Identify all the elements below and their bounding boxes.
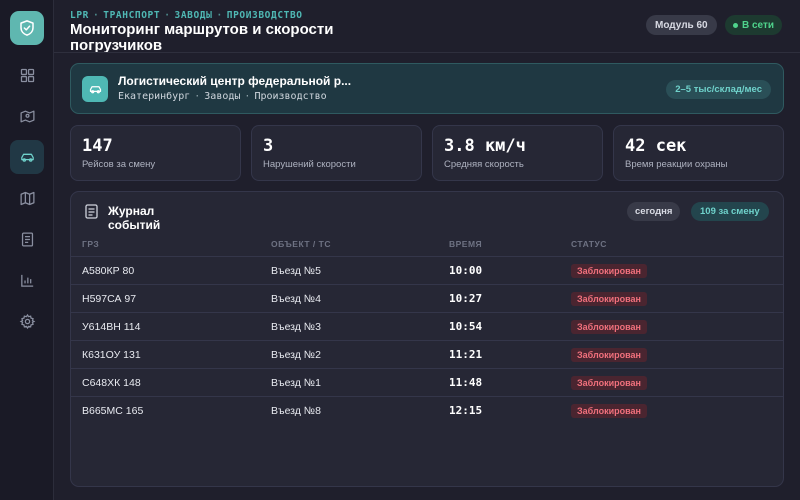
nav-documents[interactable] xyxy=(10,222,44,256)
time-cell: 10:27 xyxy=(449,292,483,305)
filter-today-button[interactable]: сегодня xyxy=(627,202,681,221)
facility-category: Заводы xyxy=(204,91,241,102)
app-logo[interactable] xyxy=(10,11,44,45)
facility-name: Логистический центр федеральной р... xyxy=(118,74,352,88)
time-cell: 11:48 xyxy=(449,376,483,389)
plate-cell: Н597СА 97 xyxy=(82,293,137,305)
stat-card-response-time: 42 сек Время реакции охраны xyxy=(613,125,784,181)
status-dot-icon xyxy=(733,22,738,28)
column-header-status[interactable]: СТАТУС xyxy=(571,239,607,249)
stat-label: Рейсов за смену xyxy=(82,159,156,170)
status-badge: Заблокирован xyxy=(571,376,647,390)
object-cell: Въезд №8 xyxy=(271,405,321,417)
column-header-object[interactable]: ОБЪЕКТ / ТС xyxy=(271,239,331,249)
document-icon xyxy=(21,231,33,247)
bar-chart-icon xyxy=(20,274,33,287)
table-row[interactable]: Н597СА 97 Въезд №4 10:27 Заблокирован xyxy=(71,284,783,312)
nav-map[interactable] xyxy=(10,181,44,215)
plate-cell: С648ХК 148 xyxy=(82,377,141,389)
facility-volume-badge: 2–5 тыс/склад/мес xyxy=(666,80,771,99)
document-icon xyxy=(85,204,98,219)
shift-count-badge: 109 за смену xyxy=(691,202,769,221)
stat-label: Нарушений скорости xyxy=(263,159,356,170)
status-badge: Заблокирован xyxy=(571,292,647,306)
page-title: Мониторинг маршрутов и скорости погрузчи… xyxy=(70,21,334,54)
stat-value: 3.8 км/ч xyxy=(444,136,526,156)
stat-card-avg-speed: 3.8 км/ч Средняя скорость xyxy=(432,125,603,181)
stat-card-violations: 3 Нарушений скорости xyxy=(251,125,422,181)
breadcrumb: LPR · ТРАНСПОРТ · ЗАВОДЫ · ПРОИЗВОДСТВО xyxy=(70,10,303,21)
car-icon xyxy=(89,85,101,93)
sidebar xyxy=(0,0,54,500)
nav-routes[interactable] xyxy=(10,99,44,133)
object-cell: Въезд №2 xyxy=(271,349,321,361)
table-row[interactable]: С648ХК 148 Въезд №1 11:48 Заблокирован xyxy=(71,368,783,396)
column-header-time[interactable]: ВРЕМЯ xyxy=(449,239,482,249)
shield-check-icon xyxy=(20,20,34,36)
online-status-label: В сети xyxy=(742,19,775,31)
breadcrumb-item[interactable]: ТРАНСПОРТ xyxy=(103,10,160,21)
status-badge: Заблокирован xyxy=(571,320,647,334)
breadcrumb-item[interactable]: ПРОИЗВОДСТВО xyxy=(227,10,303,21)
plate-cell: В665МС 165 xyxy=(82,405,144,417)
online-status-badge: В сети xyxy=(725,15,783,35)
column-header-plate[interactable]: ГРЗ xyxy=(82,239,99,249)
status-badge: Заблокирован xyxy=(571,404,647,418)
stat-label: Время реакции охраны xyxy=(625,159,728,170)
map-icon xyxy=(19,191,35,205)
module-badge: Модуль 60 xyxy=(646,15,717,35)
stat-label: Средняя скорость xyxy=(444,159,524,170)
object-cell: Въезд №3 xyxy=(271,321,321,333)
event-journal-panel: Журнал событий сегодня 109 за смену ГРЗ … xyxy=(70,191,784,487)
header-divider xyxy=(54,52,800,53)
journal-title: Журнал событий xyxy=(108,204,161,232)
time-cell: 11:21 xyxy=(449,348,483,361)
status-badge: Заблокирован xyxy=(571,264,647,278)
facility-card[interactable]: Логистический центр федеральной р... Ека… xyxy=(70,63,784,114)
dashboard-grid-icon xyxy=(20,68,34,82)
status-badge: Заблокирован xyxy=(571,348,647,362)
gear-icon xyxy=(19,313,35,329)
stat-value: 3 xyxy=(263,136,274,156)
car-icon xyxy=(20,153,34,162)
object-cell: Въезд №5 xyxy=(271,265,321,277)
nav-dashboard[interactable] xyxy=(10,58,44,92)
table-row[interactable]: У614ВН 114 Въезд №3 10:54 Заблокирован xyxy=(71,312,783,340)
table-row[interactable]: В665МС 165 Въезд №8 12:15 Заблокирован xyxy=(71,396,783,424)
facility-icon-box xyxy=(82,76,108,102)
object-cell: Въезд №1 xyxy=(271,377,321,389)
plate-cell: К631ОУ 131 xyxy=(82,349,141,361)
facility-sector: Производство xyxy=(254,91,327,102)
stat-value: 42 сек xyxy=(625,136,687,156)
plate-cell: У614ВН 114 xyxy=(82,321,141,333)
plate-cell: А580КР 80 xyxy=(82,265,135,277)
time-cell: 10:00 xyxy=(449,264,483,277)
stat-value: 147 xyxy=(82,136,113,156)
main-content: LPR · ТРАНСПОРТ · ЗАВОДЫ · ПРОИЗВОДСТВО Монито… xyxy=(54,0,800,500)
nav-analytics[interactable] xyxy=(10,263,44,297)
nav-transport[interactable] xyxy=(10,140,44,174)
table-row[interactable]: А580КР 80 Въезд №5 10:00 Заблокирован xyxy=(71,256,783,284)
time-cell: 10:54 xyxy=(449,320,483,333)
nav-settings[interactable] xyxy=(10,304,44,338)
object-cell: Въезд №4 xyxy=(271,293,321,305)
time-cell: 12:15 xyxy=(449,404,483,417)
breadcrumb-item[interactable]: LPR xyxy=(70,10,89,21)
table-row[interactable]: К631ОУ 131 Въезд №2 11:21 Заблокирован xyxy=(71,340,783,368)
breadcrumb-item[interactable]: ЗАВОДЫ xyxy=(175,10,213,21)
facility-meta: Екатеринбург · Заводы · Производство xyxy=(118,91,327,102)
route-map-icon xyxy=(19,110,35,122)
stat-card-trips: 147 Рейсов за смену xyxy=(70,125,241,181)
facility-city: Екатеринбург xyxy=(118,91,191,102)
